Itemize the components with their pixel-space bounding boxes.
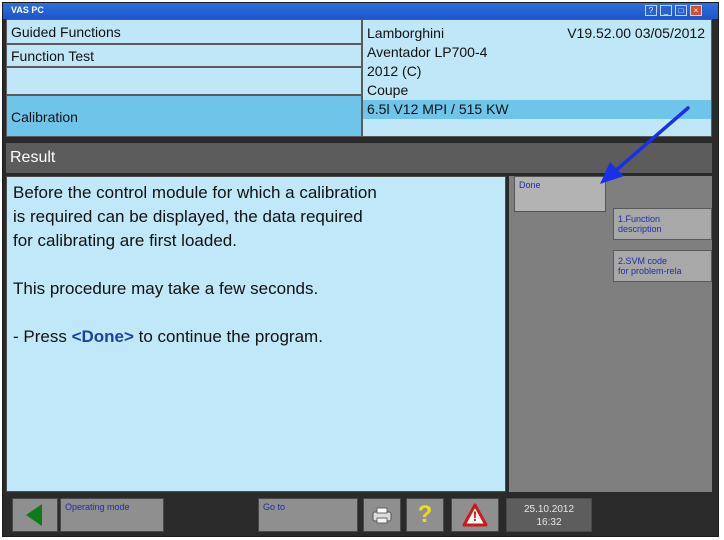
time-text: 16:32 xyxy=(536,517,562,528)
help-window-button[interactable]: ? xyxy=(645,5,657,16)
header-blank-cell xyxy=(6,67,362,95)
function-description-label-1: 1.Function xyxy=(618,214,661,224)
date-text: 25.10.2012 xyxy=(523,504,575,515)
annotation-arrow-icon xyxy=(600,106,690,184)
result-text-line: This procedure may take a few seconds. xyxy=(13,279,319,298)
maximize-button[interactable]: □ xyxy=(675,5,687,16)
bottom-toolbar: Operating mode Go to ? ! 25.10.2012 16:3… xyxy=(6,496,712,534)
instruction-prefix: - Press xyxy=(13,327,72,346)
svm-code-label-2: for problem-rela xyxy=(618,266,682,276)
side-panel: Done 1.Function description 2.SVM code f… xyxy=(509,176,712,492)
vehicle-model: Aventador LP700-4 xyxy=(367,44,488,60)
function-description-label-2: description xyxy=(618,224,662,234)
window-title: VAS PC xyxy=(11,5,44,15)
question-mark-icon: ? xyxy=(417,501,433,528)
back-button[interactable] xyxy=(12,498,58,532)
done-highlight: <Done> xyxy=(71,327,134,346)
title-bar: VAS PC ? _ □ × xyxy=(3,3,718,19)
software-version: V19.52.00 03/05/2012 xyxy=(567,25,705,41)
instruction-suffix: to continue the program. xyxy=(133,327,323,346)
function-description-button[interactable]: 1.Function description xyxy=(613,208,712,240)
close-button[interactable]: × xyxy=(690,5,702,16)
result-text-line: for calibrating are first loaded. xyxy=(13,231,237,250)
operating-mode-button[interactable]: Operating mode xyxy=(60,498,164,532)
result-text-line: Before the control module for which a ca… xyxy=(13,183,377,202)
warning-button[interactable]: ! xyxy=(451,498,499,532)
printer-icon xyxy=(372,507,392,524)
guided-functions-label[interactable]: Guided Functions xyxy=(6,19,362,44)
go-to-button[interactable]: Go to xyxy=(258,498,358,532)
calibration-label[interactable]: Calibration xyxy=(6,95,362,137)
print-button[interactable] xyxy=(363,498,401,532)
result-text-line: is required can be displayed, the data r… xyxy=(13,207,363,226)
help-button[interactable]: ? xyxy=(406,498,444,532)
vehicle-year: 2012 (C) xyxy=(367,63,422,79)
date-time-display: 25.10.2012 16:32 xyxy=(506,498,592,532)
vehicle-make: Lamborghini xyxy=(367,25,445,41)
result-instruction: - Press <Done> to continue the program. xyxy=(13,325,499,349)
svm-code-button[interactable]: 2.SVM code for problem-rela xyxy=(613,250,712,282)
function-test-label[interactable]: Function Test xyxy=(6,44,362,67)
result-content: Before the control module for which a ca… xyxy=(6,176,506,492)
minimize-button[interactable]: _ xyxy=(660,5,672,16)
svm-code-label-1: 2.SVM code xyxy=(618,256,668,266)
vehicle-body: Coupe xyxy=(367,82,409,98)
back-arrow-icon xyxy=(26,504,42,526)
warning-exclamation: ! xyxy=(472,508,478,524)
